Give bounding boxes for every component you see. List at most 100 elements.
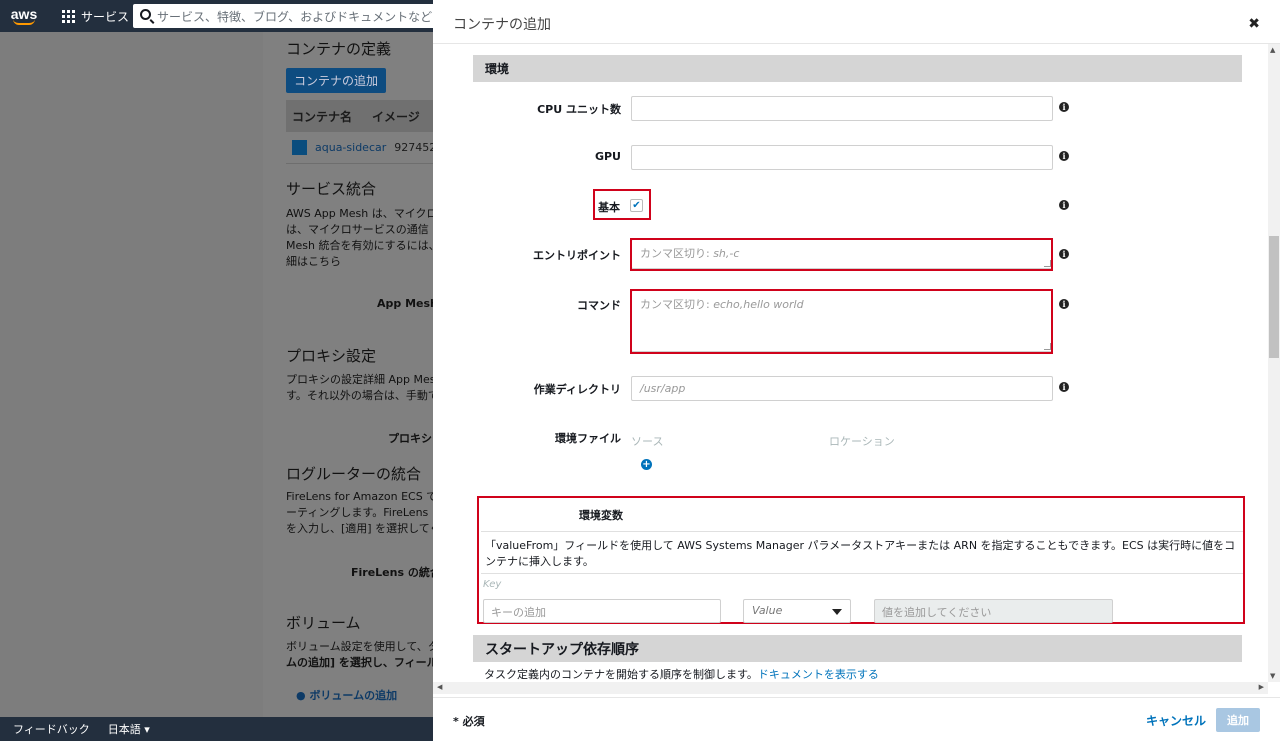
app-mesh-label: App Mesh [377, 297, 433, 310]
proxy-line-2: す。それ以外の場合は、手動で [286, 389, 433, 402]
info-icon[interactable]: i [1059, 299, 1069, 309]
add-button[interactable]: 追加 [1216, 708, 1260, 732]
scrollbar-thumb[interactable] [1269, 236, 1279, 358]
aws-logo-text: aws [10, 5, 38, 22]
cpu-units-input[interactable] [631, 96, 1053, 121]
services-menu[interactable]: サービス [62, 8, 129, 25]
add-volume-label: ボリュームの追加 [309, 689, 398, 702]
essential-label: 基本 [598, 201, 620, 214]
cancel-button[interactable]: キャンセル [1146, 712, 1206, 729]
highlight-command [630, 289, 1053, 354]
envfile-location-header: ロケーション [829, 435, 895, 448]
container-table-header: コンテナ名 イメージ [286, 100, 433, 132]
modal-title: コンテナの追加 [453, 17, 551, 33]
page-footer: フィードバック 日本語 ▾ [0, 717, 433, 741]
divider [481, 573, 1243, 574]
working-directory-input[interactable]: /usr/app [631, 376, 1053, 401]
search-input[interactable]: サービス、特徴、ブログ、およびドキュメントなどを検 [133, 4, 443, 28]
language-selector[interactable]: 日本語 ▾ [108, 721, 150, 737]
command-label: コマンド [577, 299, 621, 312]
info-icon[interactable]: i [1059, 102, 1069, 112]
essential-checkbox[interactable]: ✔ [630, 199, 643, 212]
close-icon[interactable]: ✖ [1248, 16, 1260, 32]
environment-section-header: 環境 [473, 55, 1242, 82]
env-value-input[interactable]: 値を追加してください [874, 599, 1113, 623]
aws-smile-icon [13, 19, 35, 25]
column-image: イメージ [372, 109, 420, 124]
log-router-line-1: FireLens for Amazon ECS では [286, 490, 433, 503]
log-router-line-2: ーティングします。FireLens [286, 506, 429, 519]
view-documentation-link[interactable]: ドキュメントを表示する [758, 668, 879, 681]
aws-logo[interactable]: aws [0, 0, 48, 32]
modal-footer: * 必須 キャンセル 追加 [433, 697, 1280, 741]
services-label: サービス [81, 9, 130, 24]
env-value-placeholder: 値を追加してください [882, 606, 992, 619]
highlight-entrypoint [630, 238, 1053, 271]
container-image-value: 927452 [394, 141, 433, 154]
modal-body[interactable]: 環境 CPU ユニット数 i GPU i 基本 ✔ i エントリポイント カンマ… [433, 44, 1268, 682]
environment-variables-description: 「valueFrom」フィールドを使用して AWS Systems Manage… [485, 539, 1236, 568]
working-directory-placeholder: /usr/app [640, 382, 686, 395]
add-container-modal: コンテナの追加 ✖ 環境 CPU ユニット数 i GPU i 基本 ✔ i エン… [433, 0, 1280, 741]
add-environment-file-icon[interactable]: + [641, 459, 652, 470]
cpu-units-label: CPU ユニット数 [537, 103, 621, 116]
info-icon[interactable]: i [1059, 151, 1069, 161]
modal-header: コンテナの追加 ✖ [433, 0, 1280, 44]
gpu-input[interactable] [631, 145, 1053, 170]
gpu-label: GPU [594, 150, 621, 163]
chevron-down-icon [832, 609, 842, 615]
row-checkbox-icon [292, 140, 307, 155]
search-icon [140, 9, 151, 20]
table-row: aqua-sidecar 927452 [286, 132, 433, 164]
environment-files-label: 環境ファイル [555, 432, 621, 445]
env-type-select[interactable]: Value [743, 599, 851, 623]
startup-dependency-description: タスク定義内のコンテナを開始する順序を制御します。ドキュメントを表示する [484, 666, 879, 682]
horizontal-scrollbar[interactable]: ◀ ▶ [433, 682, 1268, 694]
divider [481, 531, 1243, 532]
envfile-source-header: ソース [631, 435, 664, 448]
feedback-link[interactable]: フィードバック [13, 721, 90, 737]
background-page: コンテナの定義 コンテナの追加 コンテナ名 イメージ aqua-sidecar … [263, 32, 433, 717]
entrypoint-label: エントリポイント [533, 249, 621, 262]
scroll-up-icon[interactable]: ▲ [1270, 46, 1275, 54]
grid-icon [62, 9, 75, 23]
proxy-settings-title: プロキシ設定 [286, 347, 377, 365]
search-placeholder: サービス、特徴、ブログ、およびドキュメントなどを検 [157, 9, 443, 24]
info-icon[interactable]: i [1059, 200, 1069, 210]
env-type-value: Value [752, 604, 783, 617]
top-navigation: aws サービス サービス、特徴、ブログ、およびドキュメントなどを検 [0, 0, 443, 32]
info-icon[interactable]: i [1059, 382, 1069, 392]
add-volume-icon: ● [296, 689, 310, 702]
add-volume-link: ● ボリュームの追加 [296, 687, 397, 703]
service-integration-line-3: Mesh 統合を有効にするには、 [286, 239, 433, 252]
key-column-header: Key [483, 579, 502, 590]
info-icon[interactable]: i [1059, 249, 1069, 259]
column-container-name: コンテナ名 [292, 109, 353, 124]
scroll-left-icon[interactable]: ◀ [437, 683, 442, 691]
log-router-title: ログルーターの統合 [286, 465, 422, 483]
env-key-placeholder: キーの追加 [491, 606, 546, 619]
working-directory-label: 作業ディレクトリ [533, 383, 621, 396]
firelens-label: FireLens の統合 [351, 566, 433, 579]
required-note: * 必須 [453, 715, 485, 728]
left-sidebar-dimmed [0, 32, 263, 717]
startup-dependency-header: スタートアップ依存順序 [473, 635, 1242, 662]
volume-line-1: ボリューム設定を使用して、タ [286, 640, 433, 653]
volumes-title: ボリューム [286, 614, 361, 632]
container-name-link: aqua-sidecar [315, 141, 387, 154]
env-key-input[interactable]: キーの追加 [483, 599, 721, 623]
service-integration-title: サービス統合 [286, 180, 377, 198]
scroll-right-icon[interactable]: ▶ [1259, 683, 1264, 691]
log-router-line-3: を入力し、[適用] を選択してく [286, 522, 433, 535]
proxy-label: プロキシ [388, 432, 432, 445]
proxy-line-1: プロキシの設定詳細 App Mesh [286, 373, 433, 386]
startup-description-text: タスク定義内のコンテナを開始する順序を制御します。 [484, 668, 758, 681]
vertical-scrollbar[interactable]: ▲ ▼ [1268, 44, 1280, 682]
service-integration-line-2: は、マイクロサービスの通信 [286, 223, 429, 236]
add-container-button-bg: コンテナの追加 [286, 68, 386, 93]
volume-line-2: ムの追加] を選択し、フィール [286, 656, 433, 669]
scroll-down-icon[interactable]: ▼ [1270, 672, 1275, 680]
environment-variables-title: 環境変数 [579, 509, 623, 522]
service-integration-line-1: AWS App Mesh は、マイクロ [286, 207, 433, 220]
container-definition-title: コンテナの定義 [286, 40, 392, 58]
